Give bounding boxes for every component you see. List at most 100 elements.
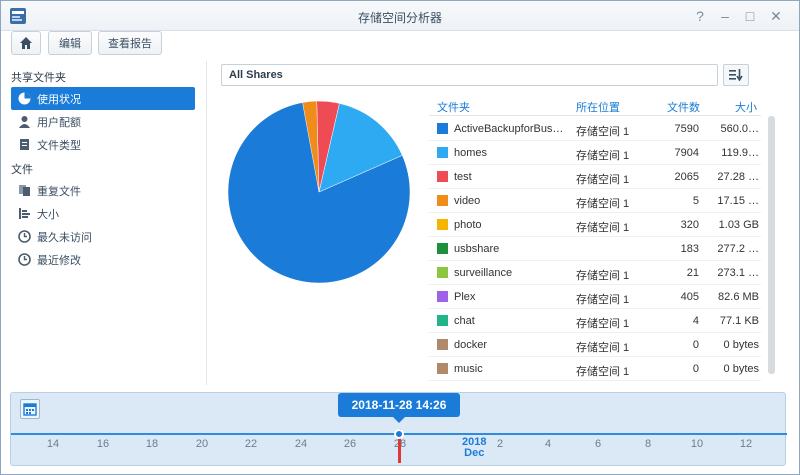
color-swatch [437, 147, 448, 158]
timeline-tick-label: 20 [195, 438, 209, 450]
maximize-button[interactable]: □ [741, 7, 759, 25]
column-header-size[interactable]: 大小 [735, 99, 757, 115]
edit-button[interactable]: 编辑 [48, 31, 92, 55]
timeline-tick-label: 4 [544, 438, 552, 450]
folder-location: 存储空间 1 [576, 342, 630, 354]
folder-name: docker [454, 339, 488, 351]
color-swatch [437, 267, 448, 278]
table-row[interactable]: usbshare 183 277.2 … [429, 237, 761, 261]
folder-name: homes [454, 147, 488, 159]
window-title: 存储空间分析器 [357, 11, 442, 25]
table-row[interactable]: photo 存储空间 1 320 1.03 GB [429, 213, 761, 237]
sidebar-item-recently-modified[interactable]: 最近修改 [11, 248, 195, 271]
folder-name: Plex [454, 291, 476, 303]
table-row[interactable]: Plex 存储空间 1 405 82.6 MB [429, 285, 761, 309]
sidebar-item-label: 最近修改 [37, 254, 81, 267]
table-scrollbar[interactable] [768, 116, 775, 374]
clock-icon [17, 230, 31, 244]
table-row[interactable]: homes 存储空间 1 7904 119.9… [429, 141, 761, 165]
copy-icon [17, 184, 31, 198]
home-button[interactable] [11, 31, 41, 55]
column-header-count[interactable]: 文件数 [667, 99, 700, 115]
folder-size: 17.15 … [717, 195, 759, 207]
sort-button[interactable] [723, 64, 749, 86]
month-text: Dec [464, 447, 485, 459]
folder-location: 存储空间 1 [576, 126, 630, 138]
folder-location: 存储空间 1 [576, 366, 630, 378]
shares-table: 文件夹 所在位置 文件数 大小 ActiveBackupforBus… 存储空间 … [429, 94, 775, 381]
view-report-button[interactable]: 查看报告 [98, 31, 162, 55]
file-count: 21 [686, 267, 699, 279]
folder-size: 119.9… [721, 147, 759, 159]
column-header-folder[interactable]: 文件夹 [437, 99, 470, 115]
folder-location: 存储空间 1 [576, 198, 630, 210]
timeline-year-label: 2018 Dec [462, 437, 486, 459]
color-swatch [437, 339, 448, 350]
folder-size: 0 bytes [723, 363, 759, 375]
sidebar-item-user-quota[interactable]: 用户配额 [11, 110, 195, 133]
folder-name: chat [454, 315, 475, 327]
folder-name: music [454, 363, 483, 375]
folder-size: 82.6 MB [718, 291, 759, 303]
folder-size: 1.03 GB [718, 219, 759, 231]
tooltip-arrow [393, 417, 405, 423]
sidebar-item-label: 最久未访问 [37, 231, 92, 244]
sidebar-item-least-accessed[interactable]: 最久未访问 [11, 225, 195, 248]
section-shared-folders: 共享文件夹 [11, 72, 66, 84]
folder-location: 存储空间 1 [576, 318, 630, 330]
file-count: 2065 [674, 171, 699, 183]
color-swatch [437, 219, 448, 230]
timeline-tick-label: 10 [690, 438, 704, 450]
sidebar-item-size[interactable]: 大小 [11, 202, 195, 225]
sidebar-item-duplicate-files[interactable]: 重复文件 [11, 179, 195, 202]
sort-icon [729, 69, 743, 81]
table-header: 文件夹 所在位置 文件数 大小 [429, 94, 761, 116]
file-count: 4 [692, 315, 699, 327]
table-row[interactable]: surveillance 存储空间 1 21 273.1 … [429, 261, 761, 285]
folder-location: 存储空间 1 [576, 150, 630, 162]
folder-size: 0 bytes [723, 339, 759, 351]
sidebar-item-usage[interactable]: 使用状况 [11, 87, 195, 110]
color-swatch [437, 123, 448, 134]
table-row[interactable]: test 存储空间 1 2065 27.28 … [429, 165, 761, 189]
folder-name: surveillance [454, 267, 513, 279]
sidebar: 共享文件夹 使用状况 用户配额 文件类型 文件 重复文件 大小 最久未访问 最近 [1, 61, 207, 385]
usage-pie-chart [227, 100, 411, 284]
folder-size: 560.0… [720, 123, 759, 135]
close-button[interactable]: ✕ [767, 7, 785, 25]
calendar-button[interactable] [20, 399, 40, 419]
table-row[interactable]: chat 存储空间 1 4 77.1 KB [429, 309, 761, 333]
color-swatch [437, 363, 448, 374]
timeline-tick-label: 8 [644, 438, 652, 450]
title-bar: 存储空间分析器 ? – □ ✕ [1, 1, 799, 31]
folder-size: 27.28 … [717, 171, 759, 183]
folder-location: 存储空间 1 [576, 222, 630, 234]
help-button[interactable]: ? [691, 7, 709, 25]
file-count: 183 [680, 243, 699, 255]
sidebar-item-file-types[interactable]: 文件类型 [11, 133, 195, 156]
pie-icon [17, 92, 31, 106]
timeline-handle[interactable] [394, 429, 404, 439]
color-swatch [437, 315, 448, 326]
sidebar-item-label: 使用状况 [37, 93, 81, 106]
minimize-button[interactable]: – [716, 7, 734, 25]
column-header-location[interactable]: 所在位置 [576, 99, 620, 115]
bars-icon [17, 207, 31, 221]
sidebar-item-label: 大小 [37, 208, 59, 221]
table-row[interactable]: video 存储空间 1 5 17.15 … [429, 189, 761, 213]
timeline-tick-label: 12 [739, 438, 753, 450]
app-window: 存储空间分析器 ? – □ ✕ 编辑 查看报告 共享文件夹 使用状况 用户配额 … [0, 0, 800, 475]
share-filter-select[interactable]: All Shares [221, 64, 718, 86]
file-count: 0 [692, 363, 699, 375]
sidebar-item-label: 重复文件 [37, 185, 81, 198]
table-row[interactable]: ActiveBackupforBus… 存储空间 1 7590 560.0… [429, 117, 761, 141]
sidebar-item-label: 用户配额 [37, 116, 81, 129]
folder-name: usbshare [454, 243, 500, 255]
file-count: 405 [680, 291, 699, 303]
table-row[interactable]: music 存储空间 1 0 0 bytes [429, 357, 761, 381]
file-count: 5 [692, 195, 699, 207]
doc-icon [17, 138, 31, 152]
table-row[interactable]: docker 存储空间 1 0 0 bytes [429, 333, 761, 357]
folder-name: video [454, 195, 481, 207]
folder-name: photo [454, 219, 482, 231]
